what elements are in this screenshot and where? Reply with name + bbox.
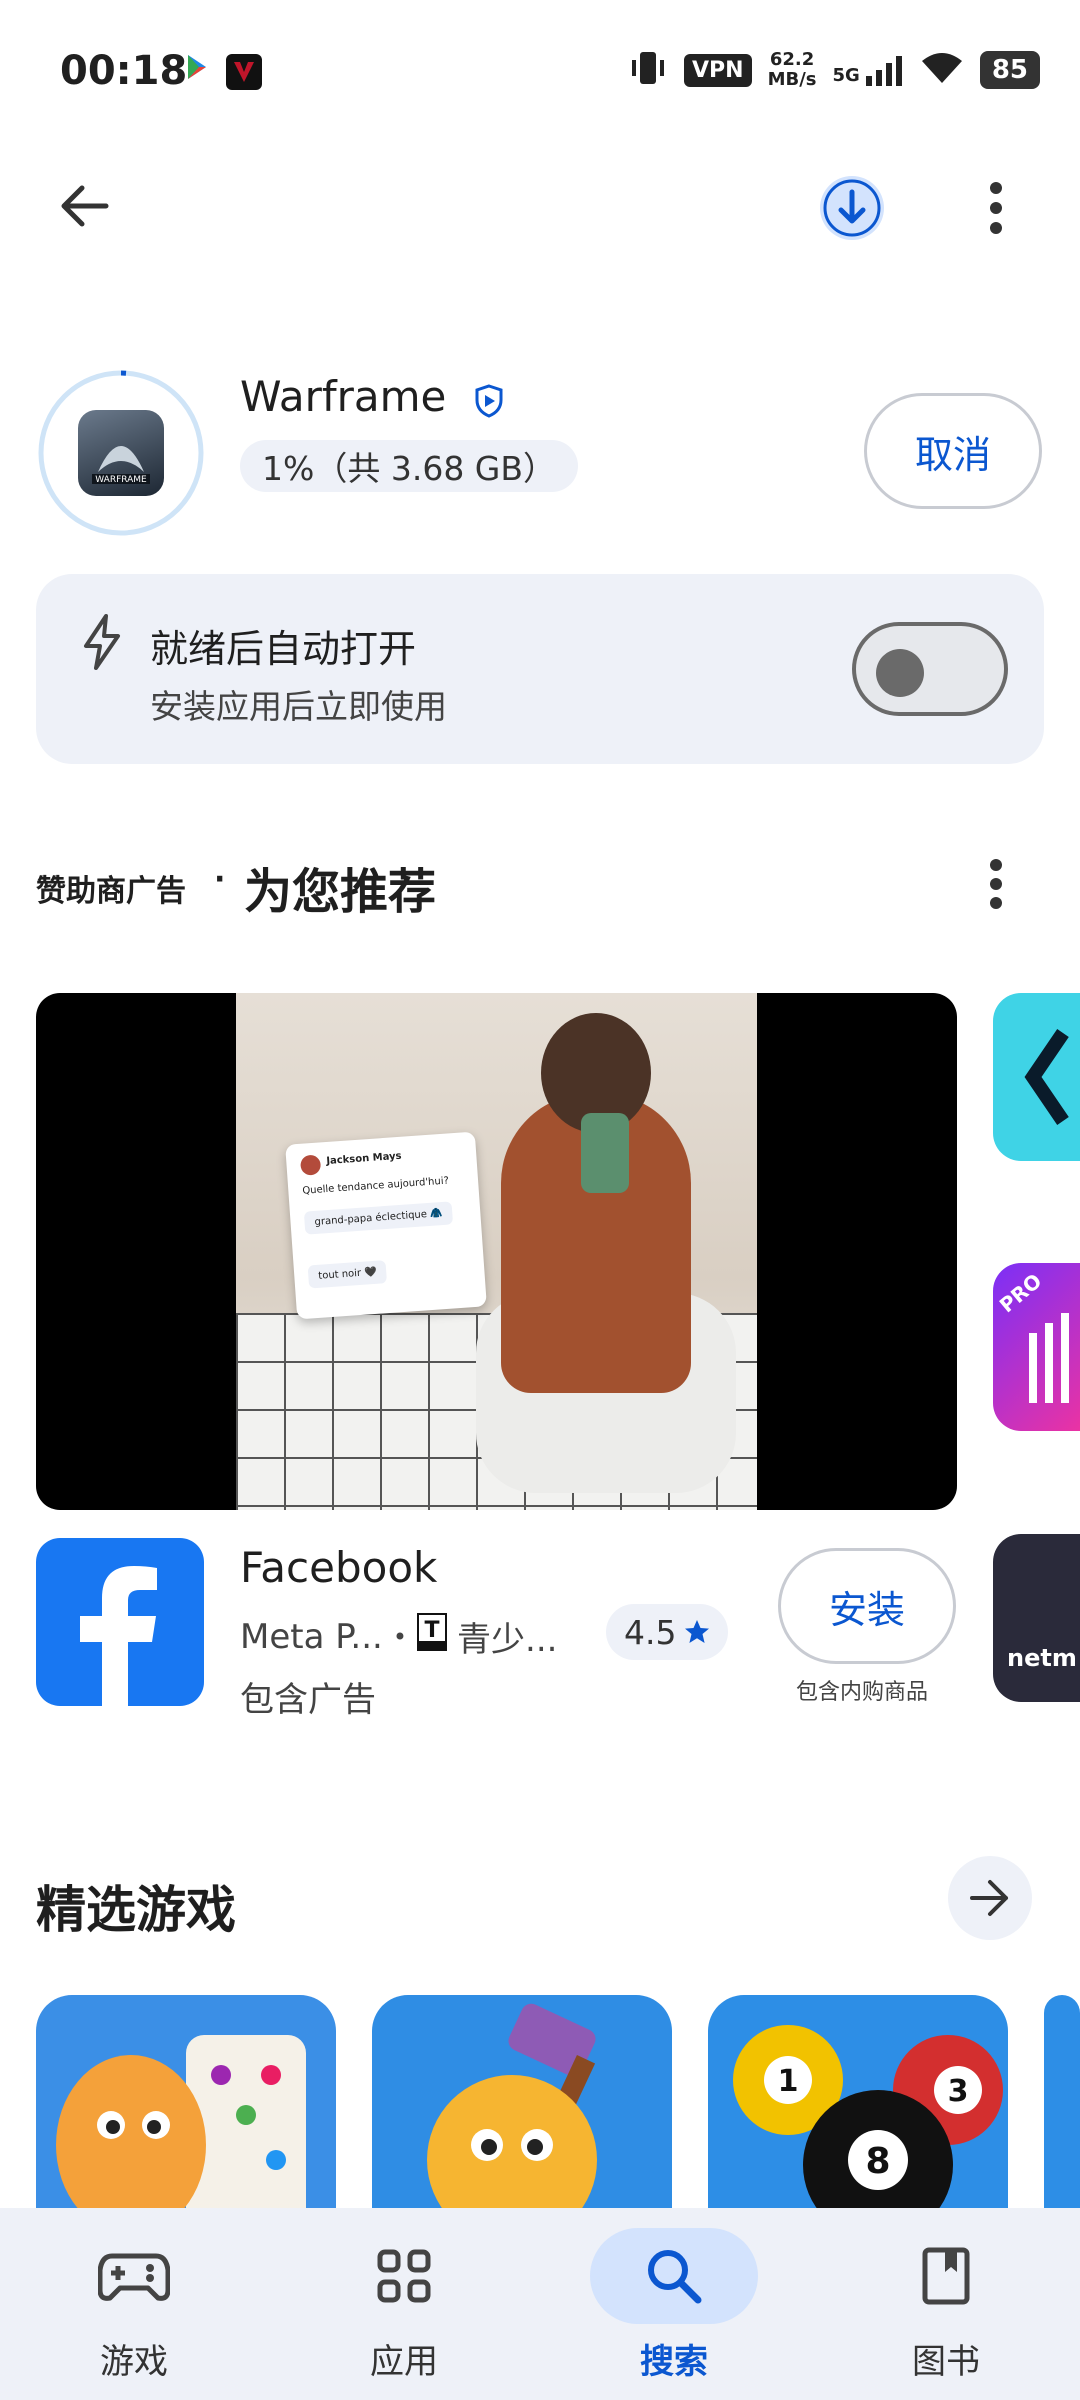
peek-app-icon-3[interactable]: netm bbox=[993, 1534, 1080, 1702]
download-status-button[interactable] bbox=[816, 172, 888, 244]
svg-text:T: T bbox=[425, 1618, 440, 1643]
content-rating: 青少... bbox=[457, 1620, 558, 1660]
separator-dot: · bbox=[214, 862, 226, 897]
network-type: 5G bbox=[833, 54, 904, 86]
svg-text:3: 3 bbox=[948, 2074, 969, 2109]
toggle-knob bbox=[876, 649, 924, 697]
back-arrow-icon bbox=[61, 185, 109, 227]
bottom-navigation: 游戏 应用 搜索 图书 bbox=[0, 2208, 1080, 2400]
nav-item-search[interactable]: 搜索 bbox=[574, 2208, 774, 2400]
app-icon-with-progress: WARFRAME bbox=[38, 370, 204, 536]
peek-app-icon-2[interactable]: PRO bbox=[993, 1263, 1080, 1431]
auto-open-subtitle: 安装应用后立即使用 bbox=[150, 687, 447, 726]
wifi-icon bbox=[920, 51, 964, 89]
game-tile-peek[interactable] bbox=[1044, 1995, 1080, 2210]
install-button[interactable]: 安装 bbox=[778, 1548, 956, 1664]
recommend-section-title: 为您推荐 bbox=[244, 864, 437, 920]
more-vert-icon bbox=[990, 182, 1002, 234]
book-icon bbox=[922, 2247, 970, 2305]
lightning-icon bbox=[78, 614, 126, 674]
sponsored-label: 赞助商广告 bbox=[36, 874, 186, 909]
featured-games-arrow-button[interactable] bbox=[948, 1856, 1032, 1940]
rating-chip: 4.5 bbox=[606, 1604, 729, 1660]
vpn-badge: VPN bbox=[684, 53, 752, 87]
game-tile-8-ball[interactable]: 1 3 8 bbox=[708, 1995, 1008, 2210]
status-icons: VPN 62.2 MB/s 5G 85 bbox=[628, 50, 1040, 90]
video-frame: Jackson Mays Quelle tendance aujourd'hui… bbox=[236, 993, 757, 1510]
auto-open-title: 就绪后自动打开 bbox=[150, 627, 417, 671]
phone bbox=[581, 1113, 629, 1193]
facebook-app-title: Facebook bbox=[240, 1543, 438, 1592]
svg-text:1: 1 bbox=[778, 2064, 799, 2099]
verified-shield-icon bbox=[474, 384, 504, 422]
peek-app-icon-1[interactable] bbox=[993, 993, 1080, 1161]
gamepad-icon bbox=[98, 2253, 170, 2301]
ad-video-player[interactable]: Jackson Mays Quelle tendance aujourd'hui… bbox=[36, 993, 957, 1510]
in-app-purchases-note: 包含内购商品 bbox=[796, 1680, 929, 1705]
facebook-app-icon[interactable] bbox=[36, 1538, 204, 1706]
esrb-teen-icon: T bbox=[417, 1613, 448, 1660]
app-notification-icon bbox=[226, 54, 262, 94]
nav-item-games[interactable]: 游戏 bbox=[34, 2208, 234, 2400]
contains-ads-label: 包含广告 bbox=[240, 1680, 376, 1720]
nav-item-apps[interactable]: 应用 bbox=[304, 2208, 504, 2400]
search-icon bbox=[648, 2250, 702, 2304]
developer-name: Meta P... bbox=[240, 1616, 383, 1657]
warframe-logo: WARFRAME bbox=[78, 410, 164, 496]
play-store-notification-icon bbox=[186, 54, 208, 84]
meta-bullet: • bbox=[392, 1622, 408, 1651]
game-tile-dominoes[interactable] bbox=[36, 1995, 336, 2210]
vibrate-icon bbox=[628, 50, 668, 90]
back-button[interactable] bbox=[48, 170, 120, 242]
more-options-button[interactable] bbox=[968, 172, 1024, 244]
facebook-meta: Meta P... • T 青少... bbox=[240, 1612, 557, 1661]
video-chat-overlay: Jackson Mays Quelle tendance aujourd'hui… bbox=[285, 1131, 487, 1320]
battery-level: 85 bbox=[979, 51, 1040, 89]
nav-item-books[interactable]: 图书 bbox=[846, 2208, 1046, 2400]
svg-text:WARFRAME: WARFRAME bbox=[95, 475, 147, 485]
arrow-right-icon bbox=[970, 1880, 1008, 1916]
download-icon bbox=[820, 176, 884, 240]
star-icon bbox=[685, 1620, 710, 1643]
signal-icon bbox=[865, 56, 902, 86]
game-tile-hammer[interactable] bbox=[372, 1995, 672, 2210]
download-progress-chip: 1%（共 3.68 GB） bbox=[240, 440, 579, 492]
svg-text:8: 8 bbox=[865, 2141, 890, 2182]
more-vert-icon bbox=[990, 859, 1002, 909]
cancel-download-button[interactable]: 取消 bbox=[864, 393, 1042, 509]
featured-games-title: 精选游戏 bbox=[36, 1881, 236, 1939]
network-speed: 62.2 MB/s bbox=[767, 49, 817, 90]
auto-open-toggle[interactable] bbox=[852, 622, 1008, 716]
app-title: Warframe bbox=[240, 372, 447, 421]
recommend-more-button[interactable] bbox=[968, 852, 1024, 916]
apps-grid-icon bbox=[377, 2249, 431, 2303]
status-time: 00:18 bbox=[60, 48, 188, 94]
facebook-f-icon bbox=[80, 1566, 157, 1706]
